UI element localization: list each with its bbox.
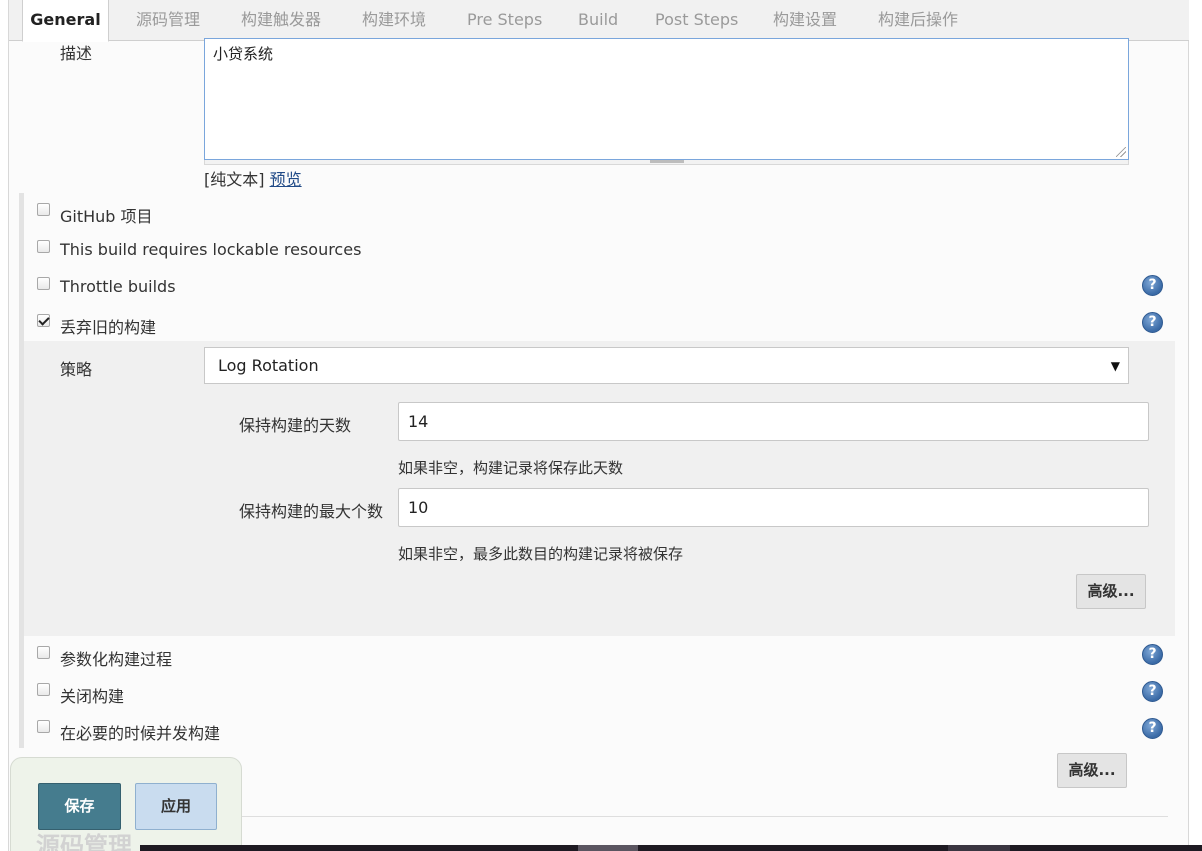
parameterized-build-label: 参数化构建过程 xyxy=(60,650,173,669)
discard-old-builds-checkbox[interactable] xyxy=(37,314,50,327)
throttle-builds-label: Throttle builds xyxy=(60,277,176,296)
help-icon[interactable]: ? xyxy=(1142,644,1163,665)
tab-build[interactable]: Build xyxy=(578,0,618,41)
apply-button[interactable]: 应用 xyxy=(135,783,217,830)
tab-bar: General 源码管理 构建触发器 构建环境 Pre Steps Build … xyxy=(9,0,1189,42)
help-icon[interactable]: ? xyxy=(1142,718,1163,739)
format-plain-text: [纯文本] xyxy=(204,170,265,189)
dropdown-arrow-icon: ▼ xyxy=(1110,359,1120,373)
github-project-label: GitHub 项目 xyxy=(60,207,153,226)
help-icon[interactable]: ? xyxy=(1142,681,1163,702)
days-to-keep-label: 保持构建的天数 xyxy=(239,416,352,435)
lockable-resources-label: This build requires lockable resources xyxy=(60,240,362,259)
description-value: 小贷系统 xyxy=(213,45,274,63)
section-divider xyxy=(232,816,1168,817)
concurrent-build-label: 在必要的时候并发构建 xyxy=(60,724,221,743)
days-to-keep-hint: 如果非空，构建记录将保存此天数 xyxy=(398,459,624,477)
description-textarea[interactable]: 小贷系统 xyxy=(204,38,1129,160)
max-builds-hint: 如果非空，最多此数目的构建记录将被保存 xyxy=(398,545,684,563)
discard-advanced-button[interactable]: 高级... xyxy=(1076,574,1146,609)
tab-triggers[interactable]: 构建触发器 xyxy=(241,0,321,41)
tab-build-env[interactable]: 构建环境 xyxy=(362,0,426,41)
os-taskbar xyxy=(140,845,1202,851)
concurrent-build-checkbox[interactable] xyxy=(37,720,50,733)
tab-post-build-actions[interactable]: 构建后操作 xyxy=(878,0,958,41)
save-button[interactable]: 保存 xyxy=(38,783,121,830)
description-label: 描述 xyxy=(60,44,93,63)
max-builds-input[interactable]: 10 xyxy=(398,488,1149,527)
discard-old-builds-label: 丢弃旧的构建 xyxy=(60,318,157,337)
strategy-label: 策略 xyxy=(60,360,93,379)
lockable-resources-checkbox[interactable] xyxy=(37,240,50,253)
textarea-resize-bar[interactable] xyxy=(204,160,1129,165)
strategy-select[interactable]: Log Rotation ▼ xyxy=(204,347,1129,384)
preview-link[interactable]: 预览 xyxy=(270,170,302,189)
disable-build-checkbox[interactable] xyxy=(37,683,50,696)
disable-build-label: 关闭构建 xyxy=(60,687,125,706)
parameterized-build-checkbox[interactable] xyxy=(37,646,50,659)
tab-build-settings[interactable]: 构建设置 xyxy=(773,0,837,41)
taskbar-item[interactable] xyxy=(948,845,1010,851)
tab-post-steps[interactable]: Post Steps xyxy=(655,0,738,41)
resize-handle-icon[interactable] xyxy=(650,160,684,163)
max-builds-label: 保持构建的最大个数 xyxy=(239,502,384,521)
general-advanced-button[interactable]: 高级... xyxy=(1057,753,1127,788)
taskbar-item[interactable] xyxy=(578,845,638,851)
github-project-checkbox[interactable] xyxy=(37,203,50,216)
throttle-builds-checkbox[interactable] xyxy=(37,277,50,290)
strategy-value: Log Rotation xyxy=(218,356,319,375)
help-icon[interactable]: ? xyxy=(1142,312,1163,333)
description-format: [纯文本] 预览 xyxy=(204,166,302,190)
tab-scm[interactable]: 源码管理 xyxy=(136,0,200,41)
resize-grip-icon[interactable] xyxy=(1116,147,1126,157)
tab-general[interactable]: General xyxy=(22,0,109,42)
tab-pre-steps[interactable]: Pre Steps xyxy=(467,0,542,41)
days-to-keep-input[interactable]: 14 xyxy=(398,402,1149,441)
help-icon[interactable]: ? xyxy=(1142,275,1163,296)
